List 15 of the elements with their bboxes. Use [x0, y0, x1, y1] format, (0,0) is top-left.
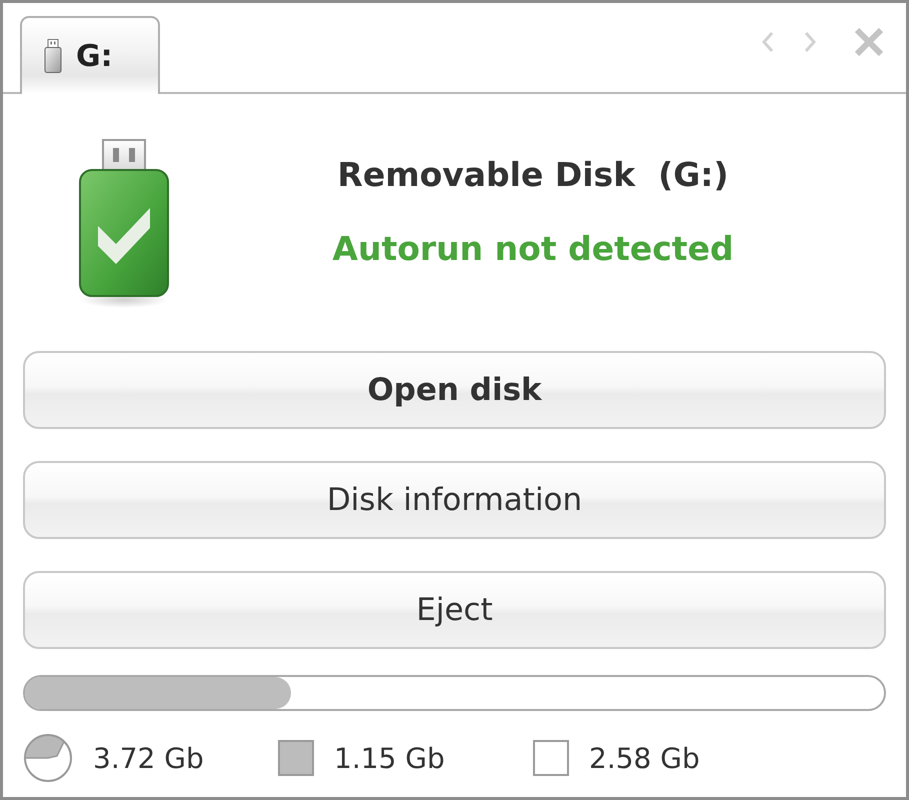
drive-tab[interactable]: G:: [20, 16, 160, 94]
pie-chart-icon: [23, 733, 73, 783]
eject-button[interactable]: Eject: [23, 571, 886, 649]
close-icon[interactable]: [854, 28, 884, 56]
used-space-swatch-icon: [278, 740, 314, 776]
free-size-label: 2.58 Gb: [589, 742, 700, 774]
drive-name: Removable Disk (G:): [337, 155, 729, 195]
total-size-label: 3.72 Gb: [93, 742, 204, 774]
used-size-label: 1.15 Gb: [334, 742, 445, 774]
autorun-status: Autorun not detected: [332, 228, 734, 268]
disk-information-button[interactable]: Disk information: [23, 461, 886, 539]
open-disk-button[interactable]: Open disk: [23, 351, 886, 429]
usb-drive-icon: [44, 39, 62, 73]
usb-drive-check-icon: [78, 138, 170, 308]
free-space-swatch-icon: [533, 740, 569, 776]
